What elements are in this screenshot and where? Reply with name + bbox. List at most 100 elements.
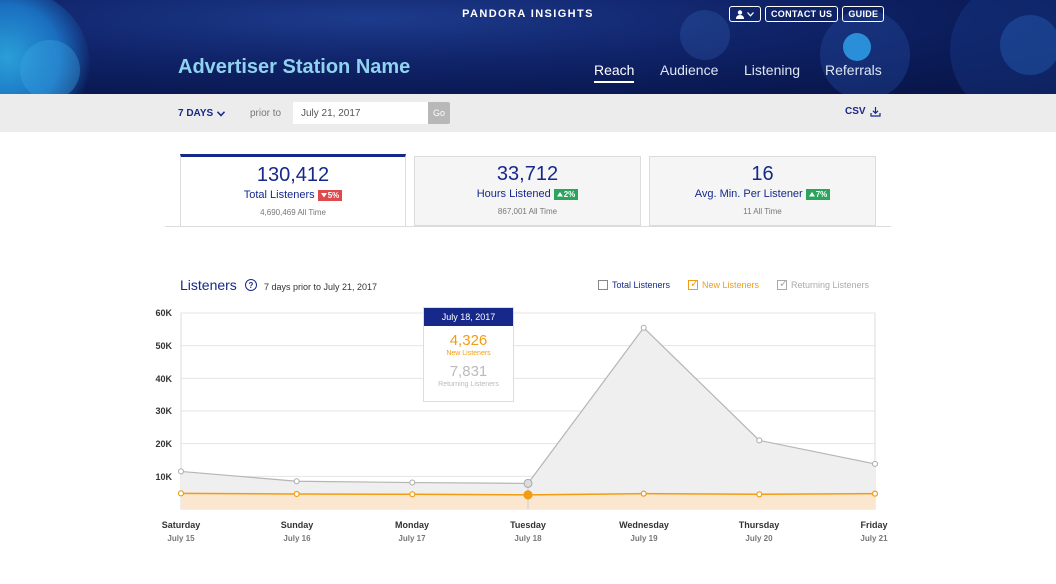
- new-listeners-line: [180, 492, 876, 496]
- stat-all-time: 867,001 All Time: [497, 207, 558, 216]
- stat-label: Hours Listened: [476, 188, 551, 200]
- x-date-label: July 17: [398, 534, 426, 543]
- chart-title: Listeners: [180, 277, 237, 293]
- user-menu-button[interactable]: [729, 6, 761, 22]
- returning-listeners-point: [409, 479, 416, 486]
- date-input[interactable]: [293, 102, 428, 124]
- guide-button[interactable]: GUIDE: [842, 6, 885, 22]
- user-icon: [736, 9, 744, 19]
- new-listeners-point: [640, 490, 647, 497]
- y-tick-label: 40K: [155, 374, 172, 384]
- new-listeners-point: [523, 490, 533, 500]
- tooltip-new-label: New Listeners: [446, 350, 491, 357]
- new-listeners-point: [293, 490, 300, 498]
- y-tick-label: 20K: [155, 439, 172, 449]
- x-date-label: July 21: [860, 534, 888, 543]
- cards-divider: [165, 226, 891, 227]
- header-actions: CONTACT US GUIDE: [729, 6, 885, 22]
- stat-card-hours-listened[interactable]: 33,712 Hours Listened 2% 867,001 All Tim…: [414, 156, 641, 226]
- tooltip-returning-label: Returning Listeners: [438, 381, 499, 388]
- tooltip-returning-value: 7,831: [449, 363, 488, 380]
- range-dropdown[interactable]: 7 DAYS: [178, 108, 226, 119]
- legend-returning-listeners[interactable]: ✓ Returning Listeners: [777, 278, 870, 290]
- arrow-up-icon: [808, 191, 815, 196]
- prior-to-label: prior to: [250, 108, 282, 119]
- returning-listeners-point: [756, 437, 763, 444]
- range-label: 7 DAYS: [178, 108, 214, 119]
- new-listeners-point: [871, 490, 879, 497]
- csv-download-button[interactable]: CSV: [845, 106, 881, 117]
- y-tick-label: 30K: [155, 406, 172, 416]
- help-icon[interactable]: ?: [245, 279, 257, 291]
- x-day-label: Tuesday: [510, 520, 546, 530]
- stat-card-total-listeners[interactable]: 130,412 Total Listeners 5% 4,690,469 All…: [180, 154, 406, 226]
- returning-listeners-line: [180, 326, 876, 485]
- decor-bubble: [1000, 15, 1056, 75]
- download-icon: [869, 107, 881, 117]
- legend-label: Total Listeners: [612, 280, 671, 290]
- tab-reach[interactable]: Reach: [594, 62, 635, 83]
- tab-audience[interactable]: Audience: [660, 62, 718, 78]
- app-header: PANDORA INSIGHTS CONTACT US GUIDE Advert…: [0, 0, 1056, 94]
- stat-label: Avg. Min. Per Listener: [694, 188, 803, 200]
- stat-value: 16: [751, 163, 774, 185]
- tab-listening[interactable]: Listening: [744, 62, 800, 78]
- legend-new-listeners[interactable]: ✓ New Listeners: [688, 278, 760, 290]
- change-badge: 5%: [317, 189, 343, 201]
- returning-listeners-point: [178, 468, 184, 475]
- legend-total-listeners[interactable]: Total Listeners: [598, 280, 670, 290]
- y-tick-label: 50K: [155, 341, 172, 351]
- x-day-label: Wednesday: [619, 520, 669, 530]
- checkbox-checked-icon: ✓: [777, 278, 789, 290]
- stat-all-time: 4,690,469 All Time: [260, 208, 326, 217]
- x-date-label: July 18: [514, 534, 542, 543]
- x-date-label: July 15: [167, 534, 195, 543]
- stat-all-time: 11 All Time: [743, 207, 782, 216]
- stat-label-row: Hours Listened 2%: [415, 188, 640, 200]
- stat-label: Total Listeners: [243, 189, 315, 201]
- stat-value: 130,412: [256, 164, 330, 186]
- checkbox-checked-icon: ✓: [688, 278, 700, 290]
- returning-listeners-point: [523, 478, 533, 488]
- filter-bar: [0, 94, 1056, 132]
- contact-us-button[interactable]: CONTACT US: [765, 6, 839, 22]
- arrow-up-icon: [556, 191, 563, 196]
- new-listeners-point: [177, 490, 185, 497]
- returning-listeners-area: [181, 327, 875, 509]
- change-value: 7%: [815, 189, 828, 199]
- returning-listeners-point: [640, 324, 647, 331]
- returning-listeners-point: [872, 460, 878, 467]
- new-listeners-point: [756, 491, 763, 498]
- legend-label: Returning Listeners: [791, 280, 870, 290]
- y-tick-label: 60K: [155, 308, 172, 318]
- y-tick-label: 10K: [155, 472, 172, 482]
- change-badge: 2%: [553, 188, 579, 200]
- x-day-label: Friday: [860, 520, 888, 530]
- go-button[interactable]: Go: [428, 102, 450, 124]
- change-value: 5%: [327, 190, 340, 200]
- stat-value: 33,712: [496, 163, 559, 185]
- change-badge: 7%: [805, 188, 831, 200]
- chevron-down-icon: [217, 110, 226, 117]
- checkbox-unchecked-icon: [598, 280, 608, 290]
- tooltip-date: July 18, 2017: [424, 308, 513, 326]
- chart-tooltip: July 18, 2017 4,326 New Listeners 7,831 …: [423, 307, 514, 402]
- stat-card-avg-min-per-listener[interactable]: 16 Avg. Min. Per Listener 7% 11 All Time: [649, 156, 876, 226]
- change-value: 2%: [563, 189, 576, 199]
- brand-logo: PANDORA INSIGHTS: [462, 8, 594, 20]
- new-listeners-point: [409, 491, 416, 498]
- returning-listeners-point: [293, 478, 300, 485]
- legend-label: New Listeners: [702, 280, 760, 290]
- x-date-label: July 16: [283, 534, 311, 543]
- stat-label-row: Avg. Min. Per Listener 7%: [650, 188, 875, 200]
- x-date-label: July 20: [745, 534, 773, 543]
- x-day-label: Monday: [394, 520, 429, 530]
- tooltip-new-value: 4,326: [449, 332, 488, 349]
- decor-bubble: [20, 40, 80, 94]
- tab-referrals[interactable]: Referrals: [825, 62, 882, 78]
- chart-subtitle: 7 days prior to July 21, 2017: [264, 282, 378, 292]
- decor-bubble: [843, 33, 871, 61]
- arrow-down-icon: [320, 192, 327, 197]
- x-day-label: Saturday: [161, 520, 201, 530]
- x-date-label: July 19: [630, 534, 658, 543]
